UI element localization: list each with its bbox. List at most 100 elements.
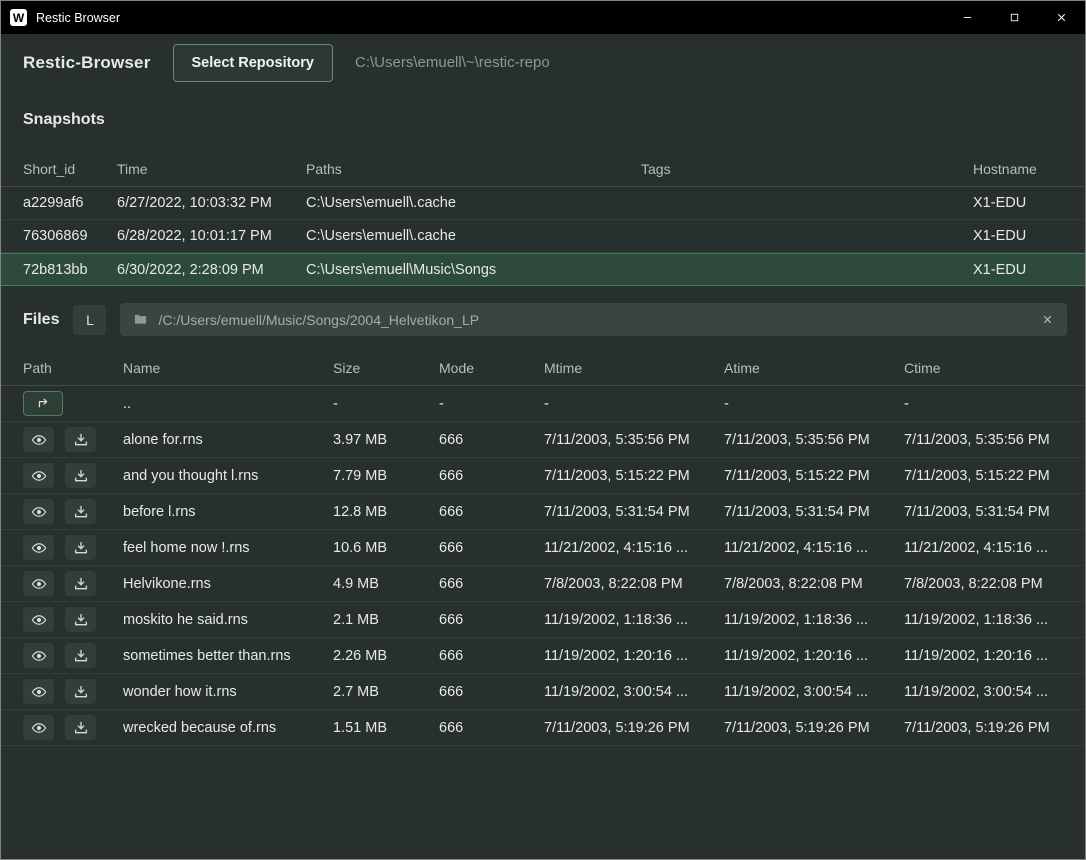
clear-path-icon[interactable] xyxy=(1041,313,1054,326)
close-button[interactable] xyxy=(1038,1,1085,34)
drive-button[interactable]: L xyxy=(73,305,106,335)
snapshot-hostname: X1-EDU xyxy=(973,262,1063,278)
download-button[interactable] xyxy=(65,607,96,632)
download-button[interactable] xyxy=(65,499,96,524)
file-atime: 11/21/2002, 4:15:16 ... xyxy=(724,540,904,556)
file-mtime: - xyxy=(544,396,724,412)
file-row[interactable]: sometimes better than.rns 2.26 MB 666 11… xyxy=(1,638,1085,674)
file-mtime: 7/11/2003, 5:15:22 PM xyxy=(544,468,724,484)
file-actions xyxy=(23,571,123,596)
eye-icon xyxy=(31,468,47,484)
eye-icon xyxy=(31,648,47,664)
file-ctime: 7/11/2003, 5:19:26 PM xyxy=(904,720,1063,736)
maximize-button[interactable] xyxy=(991,1,1038,34)
download-icon xyxy=(73,576,89,592)
up-directory-button[interactable] xyxy=(23,391,63,416)
file-name: sometimes better than.rns xyxy=(123,648,333,664)
preview-button[interactable] xyxy=(23,499,54,524)
file-mode: 666 xyxy=(439,576,544,592)
preview-button[interactable] xyxy=(23,463,54,488)
file-actions xyxy=(23,679,123,704)
preview-button[interactable] xyxy=(23,643,54,668)
eye-icon xyxy=(31,612,47,628)
file-name: Helvikone.rns xyxy=(123,576,333,592)
eye-icon xyxy=(31,576,47,592)
select-repository-button[interactable]: Select Repository xyxy=(173,44,334,82)
file-name: before l.rns xyxy=(123,504,333,520)
file-mtime: 11/19/2002, 3:00:54 ... xyxy=(544,684,724,700)
file-mtime: 7/8/2003, 8:22:08 PM xyxy=(544,576,724,592)
download-button[interactable] xyxy=(65,715,96,740)
preview-button[interactable] xyxy=(23,715,54,740)
file-row[interactable]: Helvikone.rns 4.9 MB 666 7/8/2003, 8:22:… xyxy=(1,566,1085,602)
file-atime: 11/19/2002, 1:18:36 ... xyxy=(724,612,904,628)
file-row[interactable]: moskito he said.rns 2.1 MB 666 11/19/200… xyxy=(1,602,1085,638)
column-header-size: Size xyxy=(333,360,439,376)
file-ctime: 7/11/2003, 5:35:56 PM xyxy=(904,432,1063,448)
preview-button[interactable] xyxy=(23,427,54,452)
snapshot-short-id: 72b813bb xyxy=(23,262,117,278)
preview-button[interactable] xyxy=(23,535,54,560)
file-mode: 666 xyxy=(439,540,544,556)
file-mtime: 7/11/2003, 5:31:54 PM xyxy=(544,504,724,520)
current-path-bar[interactable]: /C:/Users/emuell/Music/Songs/2004_Helvet… xyxy=(120,303,1067,336)
snapshots-header-row: Short_id Time Paths Tags Hostname xyxy=(1,151,1085,187)
file-row[interactable]: feel home now !.rns 10.6 MB 666 11/21/20… xyxy=(1,530,1085,566)
snapshots-heading: Snapshots xyxy=(1,91,1085,151)
snapshot-hostname: X1-EDU xyxy=(973,195,1063,211)
column-header-paths: Paths xyxy=(306,161,641,177)
file-row[interactable]: and you thought l.rns 7.79 MB 666 7/11/2… xyxy=(1,458,1085,494)
file-mode: - xyxy=(439,396,544,412)
eye-icon xyxy=(31,684,47,700)
snapshot-row[interactable]: 76306869 6/28/2022, 10:01:17 PM C:\Users… xyxy=(1,220,1085,253)
file-name: feel home now !.rns xyxy=(123,540,333,556)
file-size: 4.9 MB xyxy=(333,576,439,592)
file-ctime: 11/19/2002, 1:18:36 ... xyxy=(904,612,1063,628)
download-button[interactable] xyxy=(65,679,96,704)
column-header-name: Name xyxy=(123,360,333,376)
file-atime: 7/11/2003, 5:35:56 PM xyxy=(724,432,904,448)
column-header-tags: Tags xyxy=(641,161,973,177)
file-mtime: 11/19/2002, 1:18:36 ... xyxy=(544,612,724,628)
repository-path: C:\Users\emuell\~\restic-repo xyxy=(355,54,550,71)
file-row[interactable]: wrecked because of.rns 1.51 MB 666 7/11/… xyxy=(1,710,1085,746)
app-logo-letter: W xyxy=(13,11,24,25)
snapshot-time: 6/27/2022, 10:03:32 PM xyxy=(117,195,306,211)
file-atime: 7/11/2003, 5:15:22 PM xyxy=(724,468,904,484)
preview-button[interactable] xyxy=(23,571,54,596)
file-mode: 666 xyxy=(439,468,544,484)
download-button[interactable] xyxy=(65,571,96,596)
eye-icon xyxy=(31,432,47,448)
file-actions xyxy=(23,427,123,452)
column-header-path: Path xyxy=(23,360,123,376)
titlebar: W Restic Browser xyxy=(1,1,1085,34)
file-size: 2.7 MB xyxy=(333,684,439,700)
download-button[interactable] xyxy=(65,535,96,560)
download-button[interactable] xyxy=(65,463,96,488)
file-ctime: 7/11/2003, 5:15:22 PM xyxy=(904,468,1063,484)
file-row[interactable]: before l.rns 12.8 MB 666 7/11/2003, 5:31… xyxy=(1,494,1085,530)
snapshot-time: 6/30/2022, 2:28:09 PM xyxy=(117,262,306,278)
snapshot-paths: C:\Users\emuell\.cache xyxy=(306,228,641,244)
file-row[interactable]: wonder how it.rns 2.7 MB 666 11/19/2002,… xyxy=(1,674,1085,710)
file-ctime: 11/21/2002, 4:15:16 ... xyxy=(904,540,1063,556)
file-mode: 666 xyxy=(439,432,544,448)
download-button[interactable] xyxy=(65,427,96,452)
file-actions xyxy=(23,463,123,488)
file-actions xyxy=(23,535,123,560)
snapshot-row-selected[interactable]: 72b813bb 6/30/2022, 2:28:09 PM C:\Users\… xyxy=(1,253,1085,286)
minimize-icon xyxy=(961,11,974,24)
minimize-button[interactable] xyxy=(944,1,991,34)
file-ctime: 11/19/2002, 3:00:54 ... xyxy=(904,684,1063,700)
parent-dir-row[interactable]: .. - - - - - xyxy=(1,386,1085,422)
download-button[interactable] xyxy=(65,643,96,668)
snapshot-row[interactable]: a2299af6 6/27/2022, 10:03:32 PM C:\Users… xyxy=(1,187,1085,220)
file-size: 2.1 MB xyxy=(333,612,439,628)
download-icon xyxy=(73,468,89,484)
file-row[interactable]: alone for.rns 3.97 MB 666 7/11/2003, 5:3… xyxy=(1,422,1085,458)
preview-button[interactable] xyxy=(23,607,54,632)
file-atime: 11/19/2002, 3:00:54 ... xyxy=(724,684,904,700)
snapshot-short-id: 76306869 xyxy=(23,228,117,244)
preview-button[interactable] xyxy=(23,679,54,704)
file-size: 7.79 MB xyxy=(333,468,439,484)
